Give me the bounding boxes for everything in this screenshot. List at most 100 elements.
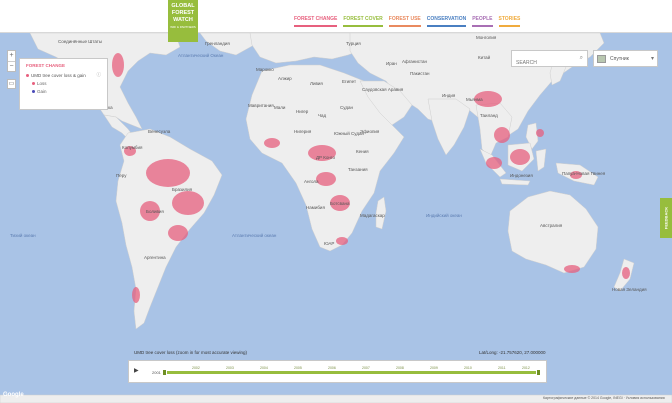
label-indian-ocean: Индийский океан bbox=[426, 213, 462, 218]
label-bolivia: Боливия bbox=[146, 209, 164, 214]
label-india: Индия bbox=[442, 93, 456, 98]
main-nav: FOREST CHANGE FOREST COVER FOREST USE CO… bbox=[294, 16, 521, 27]
nav-stories[interactable]: STORIES bbox=[498, 16, 521, 27]
layer-color-dot bbox=[26, 73, 29, 77]
nav-forest-change[interactable]: FOREST CHANGE bbox=[294, 16, 338, 27]
label-iran: Иран bbox=[386, 61, 397, 66]
label-kenya: Кения bbox=[356, 149, 369, 154]
google-logo[interactable]: Google bbox=[3, 392, 24, 398]
label-south-africa: ЮАР bbox=[324, 241, 335, 246]
label-atlantic-north: Атлантический Океан bbox=[178, 53, 224, 58]
zoom-in-button[interactable]: + bbox=[8, 51, 15, 61]
search-box: ⌕ bbox=[511, 50, 588, 71]
basemap-selector[interactable]: Спутник ▾ bbox=[593, 50, 658, 67]
label-mauritania: Мавритания bbox=[248, 103, 274, 108]
legend-item-gain: Gain bbox=[26, 89, 101, 94]
legend-item-loss: Loss bbox=[26, 81, 101, 86]
label-chad: Чад bbox=[318, 113, 327, 118]
label-tanzania: Танзания bbox=[348, 167, 368, 172]
timeline-year-tick[interactable]: 2007 bbox=[362, 366, 370, 370]
label-madagascar: Мадагаскар bbox=[360, 213, 385, 218]
label-indonesia: Индонезия bbox=[510, 173, 533, 178]
label-pacific-west: Тихий океан bbox=[10, 233, 36, 238]
timeline-track[interactable]: 2002 2003 2004 2005 2006 2007 2008 2009 … bbox=[162, 366, 541, 376]
info-icon[interactable]: ⓘ bbox=[97, 72, 102, 78]
legend-loss-label: Loss bbox=[37, 81, 47, 86]
search-input[interactable] bbox=[512, 55, 572, 71]
feedback-tab[interactable]: FEEDBACK bbox=[660, 198, 672, 238]
layer-row[interactable]: UMD tree cover loss & gain ⓘ bbox=[26, 72, 101, 78]
label-namibia: Намибия bbox=[306, 205, 325, 210]
label-australia: Австралия bbox=[540, 223, 563, 228]
gain-color-dot bbox=[32, 90, 35, 93]
timeline-control: ▶ 2001 2002 2003 2004 2005 2006 2007 200… bbox=[128, 360, 547, 383]
label-atlantic-south: Атлантический океан bbox=[232, 233, 277, 238]
label-mali: Мали bbox=[274, 105, 286, 110]
label-libya: Ливия bbox=[310, 81, 323, 86]
basemap-thumbnail bbox=[597, 55, 606, 63]
label-brazil: Бразилия bbox=[172, 187, 193, 192]
label-angola: Ангола bbox=[304, 179, 319, 184]
zoom-out-button[interactable]: − bbox=[8, 61, 15, 71]
label-botswana: Ботсвана bbox=[330, 201, 350, 206]
label-sudan: Судан bbox=[340, 105, 353, 110]
nav-conservation[interactable]: CONSERVATION bbox=[426, 16, 467, 27]
top-navigation-bar: FOREST CHANGE FOREST COVER FOREST USE CO… bbox=[0, 0, 672, 33]
timeline-year-tick[interactable]: 2009 bbox=[430, 366, 438, 370]
layer-panel-title: FOREST CHANGE bbox=[26, 63, 66, 68]
timeline-year-tick[interactable]: 2010 bbox=[464, 366, 472, 370]
logo-tagline: WRI & PARTNERS bbox=[170, 25, 196, 29]
label-argentina: Аргентина bbox=[144, 255, 166, 260]
label-morocco: Марокко bbox=[256, 67, 274, 72]
timeline-year-tick[interactable]: 2012 bbox=[522, 366, 530, 370]
label-venezuela: Венесуэла bbox=[148, 129, 171, 134]
timeline-year-tick[interactable]: 2004 bbox=[260, 366, 268, 370]
layers-toggle-button[interactable]: ▭ bbox=[7, 79, 16, 89]
label-colombia: Колумбия bbox=[122, 145, 143, 150]
nav-forest-cover[interactable]: FOREST COVER bbox=[343, 16, 383, 27]
play-icon[interactable]: ▶ bbox=[134, 367, 143, 376]
logo-line-1: GLOBAL bbox=[171, 3, 195, 9]
label-egypt: Египет bbox=[342, 79, 357, 84]
zoom-controls: + − bbox=[7, 50, 16, 72]
label-saudi: Саудовская Аравия bbox=[362, 87, 404, 92]
timeline-year-tick[interactable]: 2002 bbox=[192, 366, 200, 370]
label-niger: Нигер bbox=[296, 109, 309, 114]
chevron-down-icon: ▾ bbox=[650, 56, 654, 62]
timeline-year-tick[interactable]: 2005 bbox=[294, 366, 302, 370]
label-png: Папуа-Новая Гвинея bbox=[562, 171, 606, 176]
label-peru: Перу bbox=[116, 173, 127, 178]
legend-gain-label: Gain bbox=[37, 89, 47, 94]
logo-line-3: WATCH bbox=[173, 17, 193, 23]
label-nz: Новая Зеландия bbox=[612, 287, 647, 292]
timeline-end-handle[interactable] bbox=[536, 369, 541, 376]
timeline-start-handle[interactable] bbox=[162, 369, 167, 376]
label-nigeria: Нигерия bbox=[294, 129, 312, 134]
feedback-label: FEEDBACK bbox=[663, 206, 669, 230]
layers-icon: ▭ bbox=[8, 81, 15, 87]
logo-line-2: FOREST bbox=[171, 10, 195, 16]
timeline-year-tick[interactable]: 2011 bbox=[498, 366, 506, 370]
label-drc: ДР Конго bbox=[316, 155, 335, 160]
gfw-logo[interactable]: GLOBAL FOREST WATCH WRI & PARTNERS bbox=[168, 0, 198, 42]
search-icon[interactable]: ⌕ bbox=[580, 55, 583, 62]
timeline-start-year: 2001 bbox=[152, 370, 161, 375]
label-mongolia: Монголия bbox=[476, 35, 497, 40]
label-turkey: Турция bbox=[346, 41, 361, 46]
label-greenland: Гренландия bbox=[205, 41, 230, 46]
label-china: Китай bbox=[478, 55, 491, 60]
label-ethiopia: Эфиопия bbox=[360, 129, 380, 134]
map-copyright[interactable]: Картографические данные © 2014 Google, I… bbox=[543, 396, 665, 400]
timeline-year-tick[interactable]: 2003 bbox=[226, 366, 234, 370]
timeline-year-tick[interactable]: 2008 bbox=[396, 366, 404, 370]
nav-people[interactable]: PEOPLE bbox=[472, 16, 493, 27]
label-usa: Соединённые Штаты bbox=[58, 39, 103, 44]
nav-forest-use[interactable]: FOREST USE bbox=[388, 16, 421, 27]
loss-color-dot bbox=[32, 82, 35, 85]
timeline-year-tick[interactable]: 2006 bbox=[328, 366, 336, 370]
layer-legend-panel: FOREST CHANGE UMD tree cover loss & gain… bbox=[19, 58, 108, 110]
label-algeria: Алжир bbox=[278, 76, 292, 81]
coordinates-readout: Lat/Long: -21.757620, 27.000000 bbox=[479, 350, 546, 355]
timeline-legend: UMD tree cover loss (zoom in for most ac… bbox=[134, 350, 248, 355]
layer-name: UMD tree cover loss & gain bbox=[31, 72, 86, 78]
